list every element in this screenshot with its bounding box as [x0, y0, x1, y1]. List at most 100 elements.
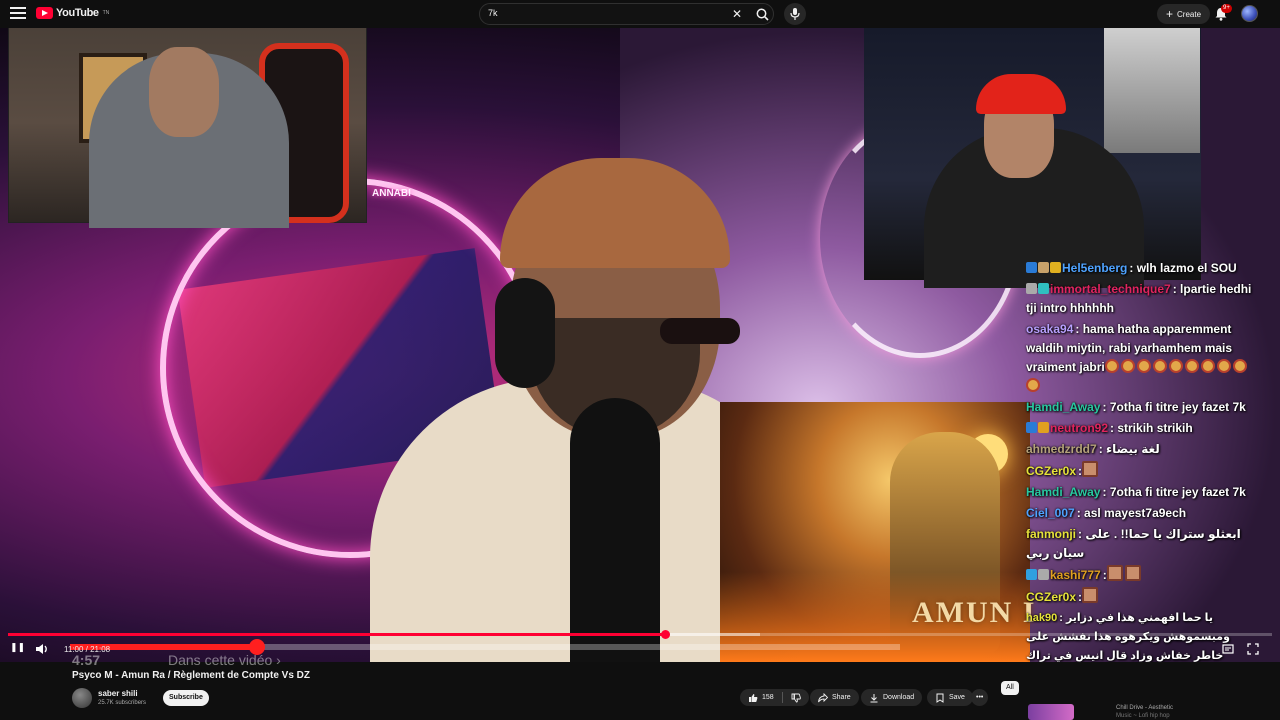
chat-text: : لغة بيضاء [1098, 442, 1160, 456]
channel-name[interactable]: saber shili [98, 689, 138, 698]
youtube-logo[interactable]: YouTube TN [36, 7, 109, 19]
progress-played [8, 633, 666, 636]
chat-badge-icon [1038, 283, 1049, 294]
chat-text: : 7otha fi titre jey fazet 7k [1102, 485, 1246, 499]
chat-username[interactable]: Hamdi_Away [1026, 400, 1100, 414]
chat-badge-icon [1026, 569, 1037, 580]
like-dislike-group: 158 [740, 689, 809, 706]
chat-message: osaka94: hama hatha apparemment waldih m… [1022, 319, 1262, 397]
chat-message: neutron92: strikih strikih [1022, 418, 1262, 439]
download-label: Download [883, 694, 915, 701]
microphone-icon [790, 8, 800, 20]
chat-username[interactable]: neutron92 [1050, 421, 1108, 435]
account-avatar[interactable] [1241, 5, 1258, 22]
chat-badge-icon [1038, 422, 1049, 433]
more-actions-icon: ••• [976, 694, 984, 701]
chat-badge-icon [1038, 569, 1049, 580]
chat-message: immortal_technique7: lpartie hedhi tji i… [1022, 279, 1262, 319]
chat-username[interactable]: immortal_technique7 [1050, 282, 1171, 296]
youtube-play-icon [36, 7, 53, 19]
country-code: TN [102, 10, 110, 16]
chat-emote-icon [1124, 565, 1141, 581]
chat-message: Hamdi_Away: 7otha fi titre jey fazet 7k [1022, 482, 1262, 503]
artist-beanie [500, 158, 730, 268]
recommended-title[interactable]: Chill Drive - Aesthetic [1116, 705, 1173, 711]
save-button[interactable]: Save [927, 689, 973, 706]
thumbs-down-icon[interactable] [791, 693, 801, 703]
channel-avatar[interactable] [72, 688, 92, 708]
chapter-time: 4:57 [72, 652, 101, 668]
pause-button[interactable]: ❚❚ [10, 642, 25, 656]
webcam-right [864, 28, 1201, 288]
chat-text: : strikih strikih [1110, 421, 1193, 435]
search-box: ✕ [479, 3, 774, 25]
chat-username[interactable]: Hamdi_Away [1026, 485, 1100, 499]
filter-chip-all[interactable]: All [1001, 681, 1019, 695]
wall-poster [1104, 28, 1200, 153]
chat-username[interactable]: CGZer0x [1026, 464, 1076, 478]
create-label: Create [1177, 9, 1202, 19]
in-video-timeline [70, 639, 900, 655]
voice-search-button[interactable] [784, 3, 806, 25]
chat-emote-icon [1168, 359, 1183, 373]
chat-message: fanmonji: ابعثلو ستراك يا حما!! . على سي… [1022, 524, 1262, 564]
search-input[interactable] [488, 8, 728, 18]
plus-icon: + [1166, 7, 1174, 21]
notification-count-badge: 9+ [1221, 4, 1232, 13]
save-playlist-icon [936, 693, 944, 703]
chat-username[interactable]: fanmonji [1026, 527, 1076, 541]
chat-badge-icon [1026, 262, 1037, 273]
thumbs-up-icon[interactable] [748, 693, 758, 703]
time-display: 11:00 / 21:08 [64, 645, 111, 654]
chat-badge-icon [1038, 262, 1049, 273]
video-player[interactable]: ANNABI AMUN I Hel5enberg: wlh lazmo el S… [0, 28, 1280, 662]
recommended-subtitle: Music ~ Lofi hip hop [1116, 713, 1170, 719]
youtube-logo-text: YouTube [56, 7, 99, 19]
fullscreen-icon[interactable] [1247, 642, 1259, 656]
chat-message: Ciel_007: asl mayest7a9ech [1022, 503, 1262, 524]
album-title: AMUN I [912, 596, 1037, 629]
download-button[interactable]: Download [861, 689, 923, 706]
chat-emote-icon [1104, 359, 1119, 373]
subscriber-count: 25.7K subscribers [98, 700, 147, 706]
chat-username[interactable]: kashi777 [1050, 568, 1101, 582]
artist-sunglasses [660, 318, 740, 344]
chat-username[interactable]: CGZer0x [1026, 590, 1076, 604]
chat-message: ahmedzrdd7: لغة بيضاء [1022, 439, 1262, 460]
chat-username[interactable]: Hel5enberg [1062, 261, 1127, 275]
chat-emote-icon [1136, 359, 1151, 373]
chat-message: Hamdi_Away: 7otha fi titre jey fazet 7k [1022, 397, 1262, 418]
masthead: YouTube TN ✕ + Create 9+ [0, 0, 1280, 28]
create-button[interactable]: + Create [1157, 4, 1211, 24]
chat-badge-icon [1026, 283, 1037, 294]
chat-emote-icon [1120, 359, 1135, 373]
theater-mode-icon[interactable] [1222, 642, 1234, 656]
progress-bar[interactable] [8, 630, 1272, 639]
clear-search-icon[interactable]: ✕ [732, 7, 742, 21]
subscribe-button[interactable]: Subscribe [163, 690, 209, 706]
chat-emote-icon [1026, 378, 1040, 392]
headphones [495, 278, 555, 388]
chat-emote-icon [1082, 461, 1099, 477]
chat-message: Hel5enberg: wlh lazmo el SOU [1022, 258, 1262, 279]
search-button[interactable] [752, 4, 774, 24]
volume-icon[interactable] [35, 642, 49, 656]
chat-emote-icon [1106, 565, 1123, 581]
chat-message: CGZer0x: [1022, 460, 1262, 482]
chat-emote-icon [1200, 359, 1215, 373]
red-cap [976, 74, 1066, 114]
share-button[interactable]: Share [810, 689, 859, 706]
like-count[interactable]: 158 [762, 694, 774, 701]
more-actions-button[interactable]: ••• [971, 689, 989, 706]
chat-text: : 7otha fi titre jey fazet 7k [1102, 400, 1246, 414]
like-divider [781, 692, 783, 703]
hamburger-menu-icon[interactable] [10, 7, 26, 21]
chat-username[interactable]: Ciel_007 [1026, 506, 1075, 520]
chat-username[interactable]: hak90 [1026, 612, 1057, 624]
chat-username[interactable]: osaka94 [1026, 322, 1073, 336]
video-title: Psyco M - Amun Ra / Règlement de Compte … [72, 670, 311, 681]
chat-message: CGZer0x: [1022, 586, 1262, 608]
chat-username[interactable]: ahmedzrdd7 [1026, 442, 1097, 456]
recommended-thumbnail[interactable] [1028, 704, 1074, 720]
chapter-prompt[interactable]: Dans cette vidéo › [168, 652, 281, 668]
